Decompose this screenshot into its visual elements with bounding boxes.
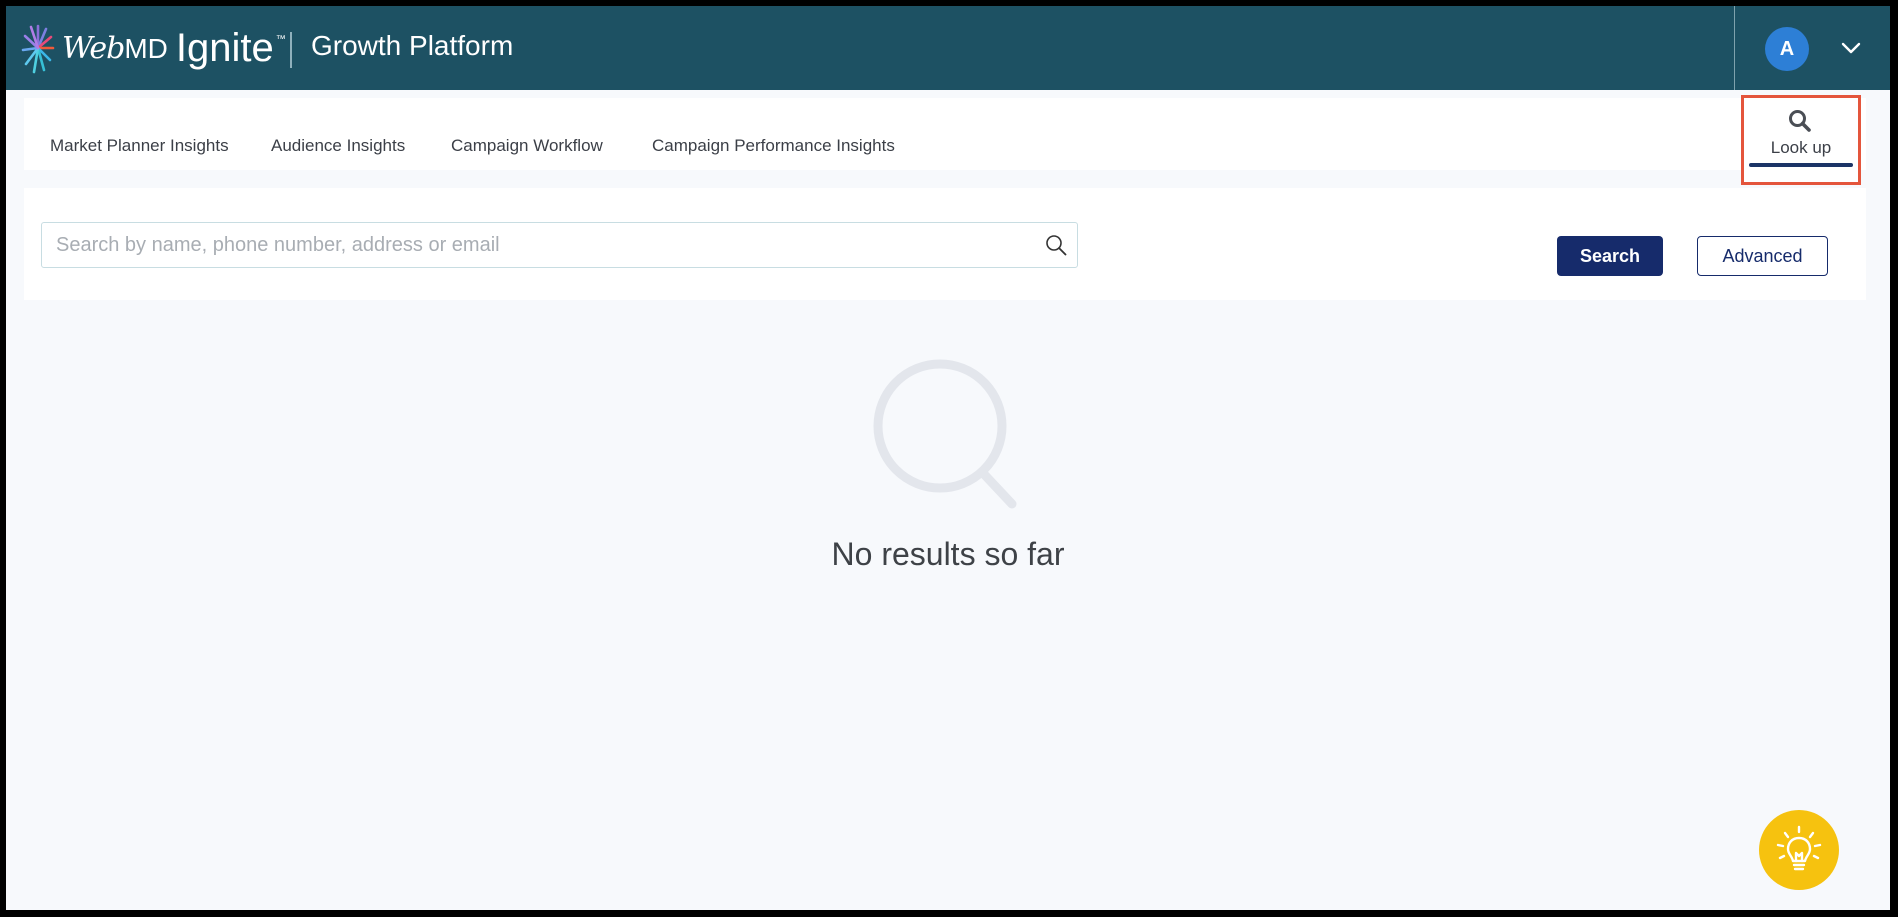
logo-webmd-text: WebMD xyxy=(62,30,168,66)
nav-item-market-planner-insights[interactable]: Market Planner Insights xyxy=(50,136,229,156)
search-button[interactable]: Search xyxy=(1557,236,1663,276)
header-divider xyxy=(290,32,292,68)
chevron-down-icon[interactable] xyxy=(1840,40,1862,56)
active-tab-indicator xyxy=(1749,163,1853,167)
app-window: WebMD Ignite ™ Growth Platform A Market … xyxy=(6,6,1890,910)
help-button[interactable] xyxy=(1759,810,1839,890)
nav-item-audience-insights[interactable]: Audience Insights xyxy=(271,136,405,156)
nav-item-campaign-performance-insights[interactable]: Campaign Performance Insights xyxy=(652,136,895,156)
main-nav: Market Planner Insights Audience Insight… xyxy=(24,98,1866,170)
lightbulb-icon xyxy=(1776,825,1822,871)
lookup-label: Look up xyxy=(1770,138,1832,157)
burst-logo-icon xyxy=(21,24,55,74)
search-icon xyxy=(1789,110,1811,132)
magnifier-icon xyxy=(873,359,1017,509)
search-icon[interactable] xyxy=(1045,234,1067,256)
logo-trademark: ™ xyxy=(275,34,286,45)
search-input[interactable] xyxy=(42,223,1022,267)
nav-item-lookup[interactable]: Look up xyxy=(1741,95,1861,185)
empty-state-message: No results so far xyxy=(831,536,1065,572)
top-header: WebMD Ignite ™ Growth Platform A xyxy=(6,6,1890,90)
search-field xyxy=(41,222,1078,268)
search-panel: Search Advanced xyxy=(24,188,1866,300)
logo-ignite-text: Ignite xyxy=(175,25,274,70)
nav-item-campaign-workflow[interactable]: Campaign Workflow xyxy=(451,136,603,156)
webmd-ignite-logo[interactable]: WebMD Ignite ™ xyxy=(20,20,320,76)
advanced-search-button[interactable]: Advanced xyxy=(1697,236,1828,276)
platform-title: Growth Platform xyxy=(311,30,514,61)
user-avatar[interactable]: A xyxy=(1765,27,1809,71)
header-separator xyxy=(1734,6,1735,90)
